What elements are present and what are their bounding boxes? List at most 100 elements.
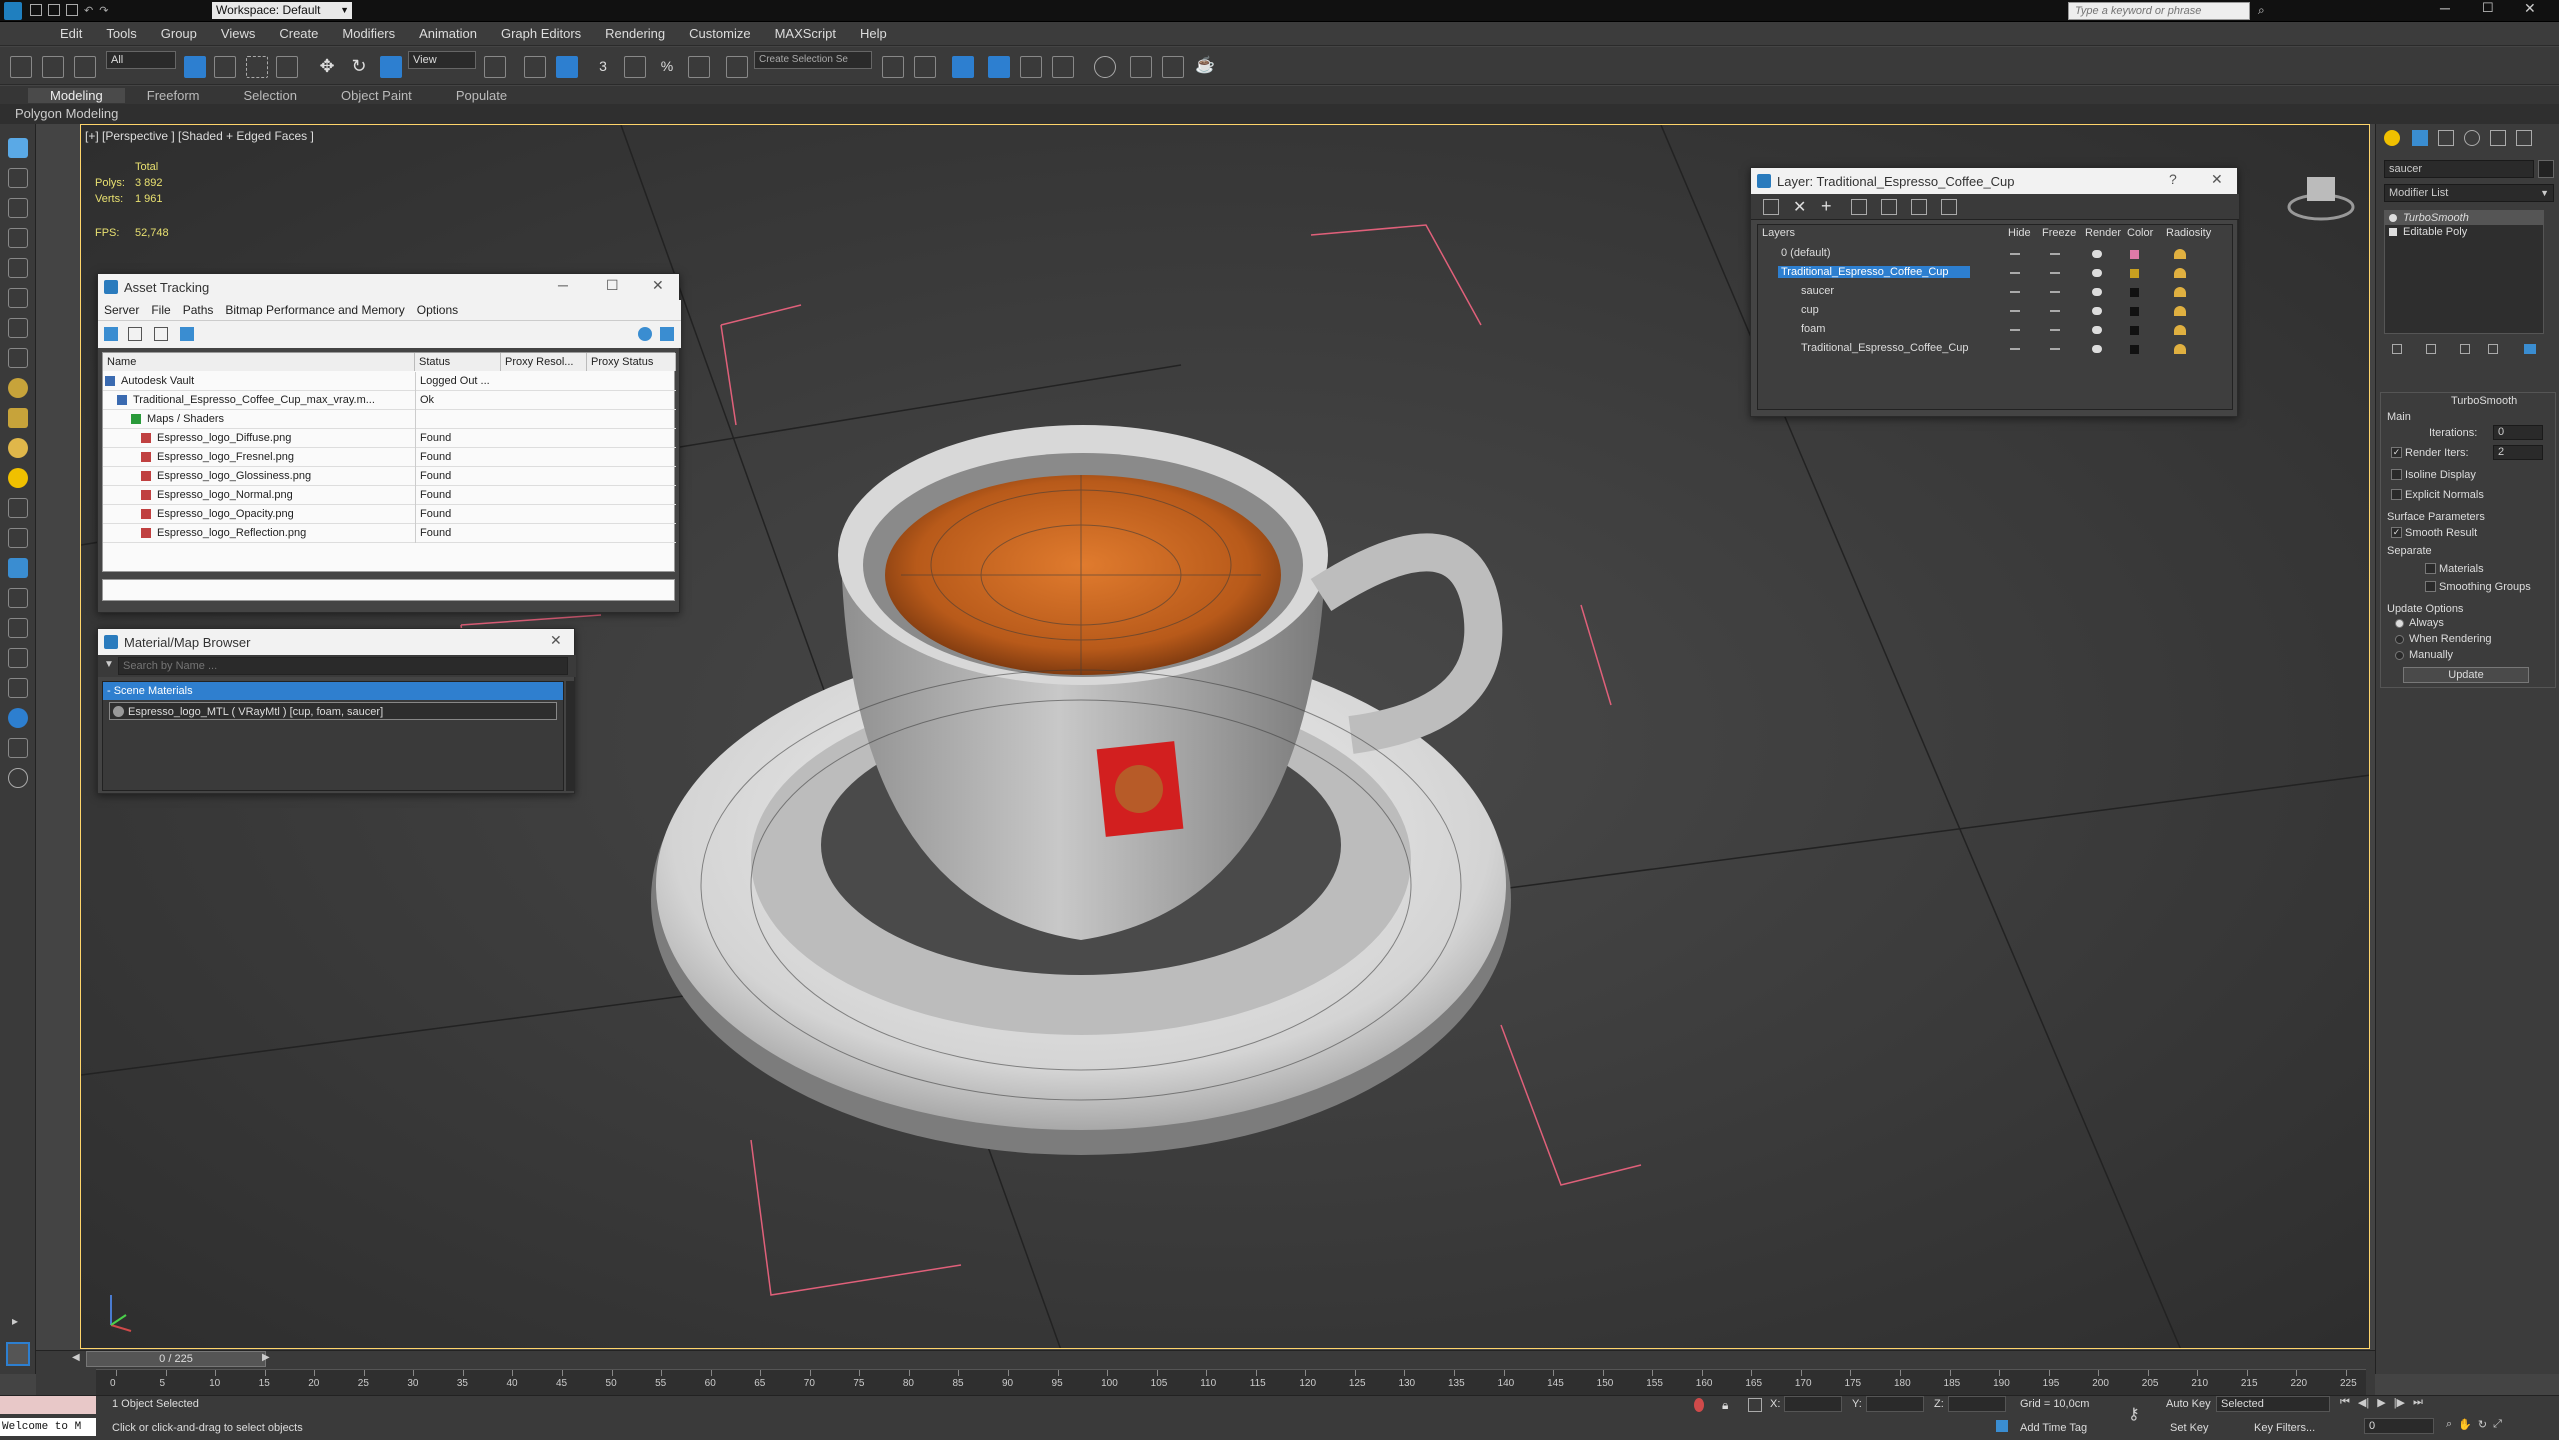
- asset-row[interactable]: Maps / Shaders: [103, 410, 676, 429]
- motion-icon[interactable]: [8, 618, 28, 638]
- render-teapot-icon[interactable]: [2092, 269, 2102, 277]
- scale-icon[interactable]: [380, 56, 402, 78]
- layer-color-swatch[interactable]: [2130, 345, 2139, 354]
- material-item[interactable]: Espresso_logo_MTL ( VRayMtl ) [cup, foam…: [109, 702, 557, 720]
- snaps-toggle-icon[interactable]: 3: [592, 56, 614, 78]
- col-layers[interactable]: Layers: [1762, 227, 1795, 239]
- material-scrollbar[interactable]: [566, 681, 574, 791]
- hide-toggle[interactable]: [2010, 272, 2020, 274]
- select-objects-icon[interactable]: [1851, 199, 1867, 215]
- menu-views[interactable]: Views: [209, 26, 267, 41]
- utilities-tab-icon[interactable]: [2516, 130, 2532, 146]
- when-rendering-radio[interactable]: [2395, 635, 2404, 644]
- bind-space-warp-icon[interactable]: [74, 56, 96, 78]
- asset-tracking-titlebar[interactable]: Asset Tracking ─ ☐ ✕: [98, 274, 679, 300]
- col-render[interactable]: Render: [2085, 227, 2121, 239]
- close-icon[interactable]: ✕: [652, 277, 664, 294]
- angle-snap-icon[interactable]: [624, 56, 646, 78]
- key-filters-button[interactable]: Key Filters...: [2254, 1422, 2315, 1434]
- current-frame-field[interactable]: 0: [2364, 1418, 2434, 1434]
- layer-color-swatch[interactable]: [2130, 307, 2139, 316]
- always-radio[interactable]: [2395, 619, 2404, 628]
- iterations-spinner[interactable]: 0: [2493, 425, 2543, 440]
- key-mode-dropdown[interactable]: Selected: [2216, 1396, 2330, 1412]
- layer-color-swatch[interactable]: [2130, 250, 2139, 259]
- materials-checkbox[interactable]: [2425, 563, 2436, 574]
- explicit-normals-checkbox[interactable]: [2391, 489, 2402, 500]
- settings-icon[interactable]: [660, 327, 674, 341]
- shapes-icon[interactable]: [8, 408, 28, 428]
- detail-view-icon[interactable]: [154, 327, 168, 341]
- layer-row[interactable]: cup: [1758, 302, 2232, 321]
- y-field[interactable]: [1866, 1396, 1924, 1412]
- modifier-icon[interactable]: [8, 558, 28, 578]
- col-freeze[interactable]: Freeze: [2042, 227, 2076, 239]
- menu-edit[interactable]: Edit: [48, 26, 94, 41]
- layer-row[interactable]: 0 (default): [1758, 245, 2232, 264]
- add-time-tag[interactable]: Add Time Tag: [2020, 1422, 2087, 1434]
- col-proxy-status[interactable]: Proxy Status: [587, 353, 676, 371]
- close-icon[interactable]: ✕: [2524, 0, 2536, 17]
- maximize-icon[interactable]: ☐: [606, 277, 619, 294]
- asset-path-field[interactable]: [102, 579, 675, 601]
- hide-toggle[interactable]: [2010, 253, 2020, 255]
- maximize-viewport-icon[interactable]: ⤢: [2493, 1418, 2502, 1434]
- lock-icon[interactable]: 🔒︎: [1722, 1398, 1728, 1413]
- radiosity-icon[interactable]: [2174, 325, 2186, 335]
- time-tag-icon[interactable]: [1996, 1420, 2008, 1432]
- menu-bitmap-performance[interactable]: Bitmap Performance and Memory: [219, 303, 410, 317]
- zoom-icon[interactable]: ⌕: [2446, 1418, 2452, 1434]
- menu-options[interactable]: Options: [411, 303, 464, 317]
- select-tool-icon[interactable]: [8, 228, 28, 248]
- object-color-swatch[interactable]: [2538, 160, 2554, 178]
- save-icon[interactable]: [66, 4, 78, 16]
- select-by-name-icon[interactable]: [214, 56, 236, 78]
- make-unique-icon[interactable]: [2460, 344, 2470, 354]
- spinner-snap-icon[interactable]: [688, 56, 710, 78]
- radiosity-icon[interactable]: [2174, 306, 2186, 316]
- update-button[interactable]: Update: [2403, 667, 2529, 683]
- sphere-icon[interactable]: [8, 378, 28, 398]
- move-icon[interactable]: ✥: [316, 56, 338, 78]
- hide-toggle[interactable]: [2010, 329, 2020, 331]
- maxscript-input[interactable]: Welcome to M: [0, 1418, 96, 1436]
- pan-icon[interactable]: ✋: [2458, 1418, 2472, 1434]
- new-layer-icon[interactable]: [1763, 199, 1779, 215]
- freeze-toggle[interactable]: [2050, 329, 2060, 331]
- maxscript-listener[interactable]: [0, 1396, 96, 1414]
- ribbon-panel-label[interactable]: Polygon Modeling: [0, 104, 2559, 124]
- expand-arrow-icon[interactable]: ▸: [12, 1314, 18, 1328]
- z-field[interactable]: [1948, 1396, 2006, 1412]
- selection-filter-dropdown[interactable]: All: [106, 51, 176, 69]
- display-icon[interactable]: [8, 648, 28, 668]
- asset-row[interactable]: Espresso_logo_Normal.png Found: [103, 486, 676, 505]
- next-frame-icon[interactable]: ▶: [262, 1352, 270, 1363]
- display-tab-icon[interactable]: [2490, 130, 2506, 146]
- auto-key-button[interactable]: Auto Key: [2166, 1398, 2211, 1410]
- radiosity-icon[interactable]: [2174, 344, 2186, 354]
- time-slider[interactable]: 0 / 225: [86, 1351, 266, 1367]
- tab-populate[interactable]: Populate: [434, 88, 529, 103]
- track-bar[interactable]: 0 5 10 15 20 25 30 35 40 45 50 55 60 65 70 75 80 85 90 95 10…: [96, 1369, 2366, 1395]
- helper-icon[interactable]: [8, 348, 28, 368]
- hide-toggle[interactable]: [2010, 291, 2020, 293]
- hide-toggle[interactable]: [2010, 310, 2020, 312]
- freeze-toggle[interactable]: [2050, 348, 2060, 350]
- isoline-checkbox[interactable]: [2391, 469, 2402, 480]
- layer-icon[interactable]: [8, 168, 28, 188]
- menu-group[interactable]: Group: [149, 26, 209, 41]
- hierarchy-tab-icon[interactable]: [2438, 130, 2454, 146]
- asset-row[interactable]: Espresso_logo_Fresnel.png Found: [103, 448, 676, 467]
- percent-snap-icon[interactable]: %: [656, 56, 678, 78]
- table-view-icon[interactable]: [180, 327, 194, 341]
- minimize-icon[interactable]: ─: [2440, 0, 2450, 16]
- layer-row[interactable]: foam: [1758, 321, 2232, 340]
- camera-icon[interactable]: [8, 288, 28, 308]
- col-hide[interactable]: Hide: [2008, 227, 2031, 239]
- curve-editor-icon[interactable]: [1020, 56, 1042, 78]
- reference-coordinate-dropdown[interactable]: View: [408, 51, 476, 69]
- render-teapot-icon[interactable]: [2092, 288, 2102, 296]
- hide-all-icon[interactable]: [1941, 199, 1957, 215]
- tab-selection[interactable]: Selection: [222, 88, 319, 103]
- scene-explorer-icon[interactable]: [8, 198, 28, 218]
